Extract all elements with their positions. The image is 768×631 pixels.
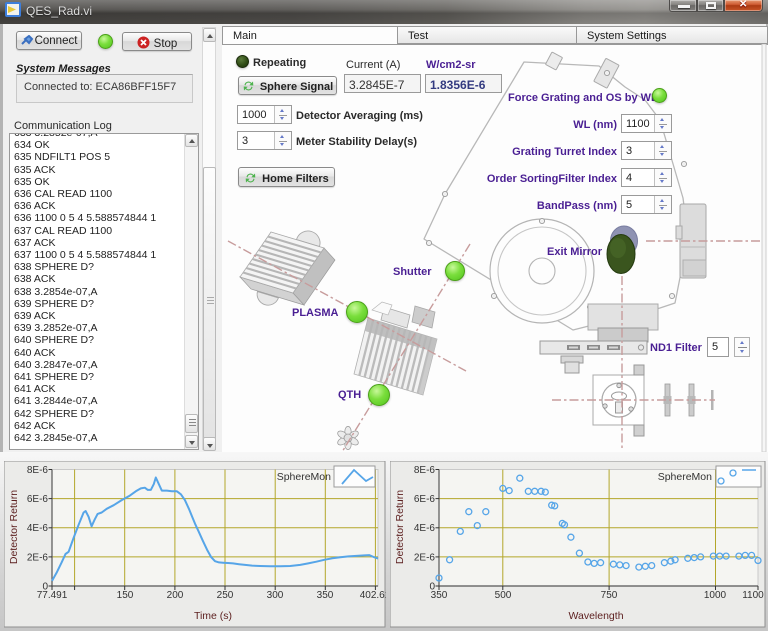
svg-text:750: 750 xyxy=(601,590,618,601)
svg-text:77.491: 77.491 xyxy=(37,590,68,601)
svg-text:4E-6: 4E-6 xyxy=(414,523,436,534)
svg-text:8E-6: 8E-6 xyxy=(27,465,49,476)
svg-text:2E-6: 2E-6 xyxy=(27,552,49,563)
svg-text:0: 0 xyxy=(42,582,48,593)
svg-text:350: 350 xyxy=(317,590,334,601)
svg-text:150: 150 xyxy=(117,590,134,601)
svg-text:500: 500 xyxy=(495,590,512,601)
svg-text:6E-6: 6E-6 xyxy=(414,494,436,505)
svg-text:200: 200 xyxy=(167,590,184,601)
svg-text:Detector Return: Detector Return xyxy=(394,490,406,564)
svg-text:SphereMon: SphereMon xyxy=(277,471,331,483)
svg-text:Time (s): Time (s) xyxy=(194,610,232,622)
svg-text:1000: 1000 xyxy=(704,590,727,601)
svg-text:250: 250 xyxy=(217,590,234,601)
svg-text:Detector Return: Detector Return xyxy=(8,490,20,564)
svg-text:402.61: 402.61 xyxy=(360,590,386,601)
svg-text:Wavelength: Wavelength xyxy=(568,610,623,622)
svg-text:2E-6: 2E-6 xyxy=(414,552,436,563)
svg-text:300: 300 xyxy=(267,590,284,601)
svg-text:6E-6: 6E-6 xyxy=(27,494,49,505)
svg-text:SphereMon: SphereMon xyxy=(658,471,712,483)
svg-text:4E-6: 4E-6 xyxy=(27,523,49,534)
svg-text:8E-6: 8E-6 xyxy=(414,465,436,476)
svg-text:1100: 1100 xyxy=(742,590,764,601)
svg-text:0: 0 xyxy=(429,582,435,593)
